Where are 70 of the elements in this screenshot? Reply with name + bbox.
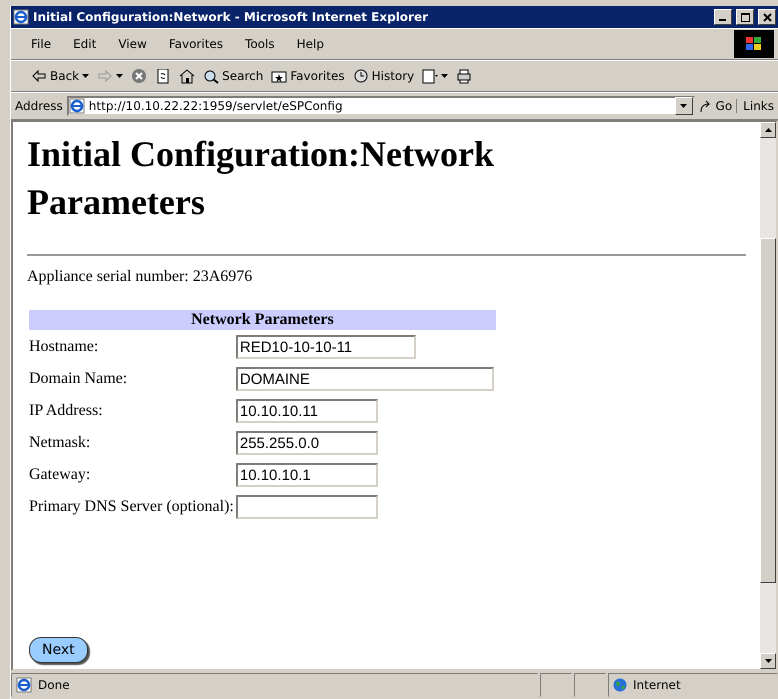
favorites-icon <box>271 68 288 84</box>
links-button[interactable]: Links <box>736 99 774 113</box>
maximize-icon <box>740 12 750 22</box>
scrollbar-thumb[interactable] <box>760 238 776 583</box>
field-label: Netmask: <box>29 434 90 451</box>
search-button[interactable]: Search <box>203 68 264 84</box>
print-button[interactable] <box>456 68 472 84</box>
mail-button[interactable] <box>422 68 448 84</box>
dropdown-button[interactable] <box>674 97 693 115</box>
scroll-up-button[interactable] <box>760 122 776 138</box>
menu-item[interactable]: File <box>31 37 64 51</box>
caret-icon <box>82 74 90 78</box>
caret-icon <box>116 74 124 78</box>
caret-icon <box>441 74 448 78</box>
input-field[interactable]: 255.255.0.0 <box>236 431 378 455</box>
field-label: Domain Name: <box>29 370 128 387</box>
menu-item[interactable]: Edit <box>73 37 108 51</box>
input-field[interactable]: 10.10.10.11 <box>236 399 378 423</box>
windows-logo <box>734 30 774 58</box>
menu-item[interactable]: Tools <box>245 37 287 51</box>
menu-item[interactable]: View <box>118 37 159 51</box>
browser-icon <box>68 98 85 114</box>
input-field[interactable]: DOMAINE <box>236 367 494 391</box>
forward-icon <box>97 68 114 84</box>
browser-icon <box>13 9 29 25</box>
menu-item[interactable]: Help <box>296 37 336 51</box>
print-icon <box>456 68 472 84</box>
window-title: Initial Configuration:Network - Microsoft Internet Explorer <box>33 10 430 24</box>
field-label: Gateway: <box>29 466 90 483</box>
history-button[interactable]: History <box>352 68 414 84</box>
down-arrow-icon <box>764 659 772 663</box>
input-field[interactable]: RED10-10-10-11 <box>236 335 416 359</box>
globe-icon <box>613 678 627 692</box>
favorites-button[interactable]: Favorites <box>271 68 345 84</box>
page-heading: Initial Configuration:Network Parameters <box>27 133 495 224</box>
input-field[interactable] <box>236 495 378 519</box>
up-arrow-icon <box>764 128 772 132</box>
input-field[interactable]: 10.10.10.1 <box>236 463 378 487</box>
back-icon <box>31 68 47 84</box>
caret-icon <box>680 104 688 108</box>
forward-button[interactable] <box>97 68 124 84</box>
field-label: Primary DNS Server (optional): <box>29 498 234 515</box>
close-button[interactable] <box>758 9 776 25</box>
go-button[interactable]: Go <box>698 99 732 113</box>
mail-icon <box>422 68 438 84</box>
refresh-button[interactable] <box>155 68 172 84</box>
search-icon <box>203 68 220 84</box>
maximize-button[interactable] <box>736 9 754 25</box>
field-label: IP Address: <box>29 402 103 419</box>
next-button[interactable]: Next <box>29 637 88 663</box>
history-icon <box>352 68 369 84</box>
status-text: Done <box>38 678 70 692</box>
address-label: Address <box>15 99 63 113</box>
home-button[interactable] <box>179 68 196 84</box>
minimize-button[interactable] <box>714 9 732 25</box>
stop-button[interactable] <box>131 68 148 84</box>
zone-text: Internet <box>633 678 681 692</box>
refresh-icon <box>155 68 172 84</box>
back-button[interactable]: Back <box>31 68 90 84</box>
go-arrow-icon <box>698 99 713 113</box>
home-icon <box>179 68 196 84</box>
address-field[interactable]: http://10.10.22.22:1959/servlet/eSPConfig <box>66 96 695 116</box>
stop-icon <box>131 68 148 84</box>
table-header: Network Parameters <box>29 310 496 330</box>
field-label: Hostname: <box>29 338 98 355</box>
browser-icon <box>16 677 32 693</box>
menu-item[interactable]: Favorites <box>168 37 236 51</box>
close-icon <box>762 12 772 22</box>
scroll-down-button[interactable] <box>760 653 776 669</box>
serial-number-text: Appliance serial number: 23A6976 <box>27 268 254 286</box>
